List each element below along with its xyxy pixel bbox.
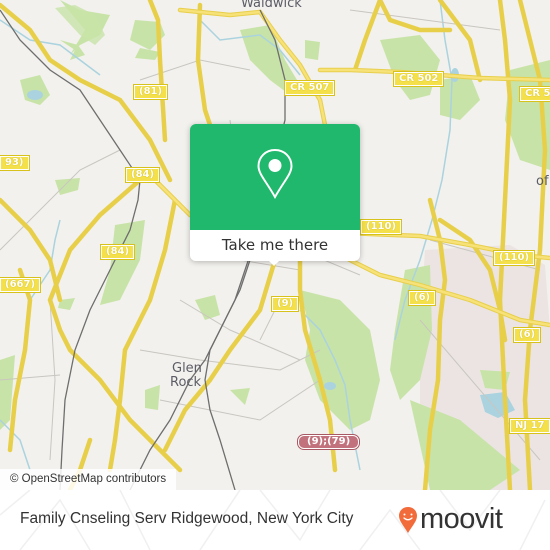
map-pin-icon (257, 148, 293, 200)
road-shield-us9-79: (9);(79) (296, 434, 361, 450)
place-label-glen-rock-line1: Glen (172, 361, 202, 376)
road-shield-84-top: (84) (124, 167, 161, 183)
road-shield-cr502: CR 502 (392, 71, 445, 87)
footer: Family Cnseling Serv Ridgewood, New York… (0, 490, 550, 550)
road-shield-cr5: CR 5 (518, 86, 550, 102)
place-label-glen-rock-line2: Rock (170, 375, 202, 390)
location-popup: Take me there (190, 124, 360, 266)
map-view[interactable]: Waldwick Glen Rock of CR 507 CR 502 CR 5… (0, 0, 550, 490)
popup-pointer (265, 257, 283, 266)
map-attribution[interactable]: © OpenStreetMap contributors (0, 469, 177, 490)
moovit-pin-icon (399, 507, 417, 533)
popup-header (190, 124, 360, 230)
road-shield-84-mid: (84) (99, 244, 136, 260)
road-shield-6-left: (6) (407, 290, 437, 306)
road-shield-9: (9) (270, 296, 300, 312)
place-label-partial: of (536, 174, 549, 189)
road-shield-110-right: (110) (492, 250, 536, 266)
road-shield-93: 93) (0, 155, 30, 171)
road-shield-667: (667) (0, 277, 42, 293)
road-shield-110-left: (110) (359, 219, 403, 235)
road-shield-6-right: (6) (512, 327, 542, 343)
road-shield-cr507: CR 507 (283, 80, 336, 96)
moovit-wordmark: moovit (420, 503, 503, 535)
place-title: Family Cnseling Serv Ridgewood, New York… (20, 510, 354, 527)
road-shield-nj17: NJ 17 (509, 418, 550, 434)
road-shield-81: (81) (132, 84, 169, 100)
place-label-waldwick: Waldwick (241, 0, 302, 11)
